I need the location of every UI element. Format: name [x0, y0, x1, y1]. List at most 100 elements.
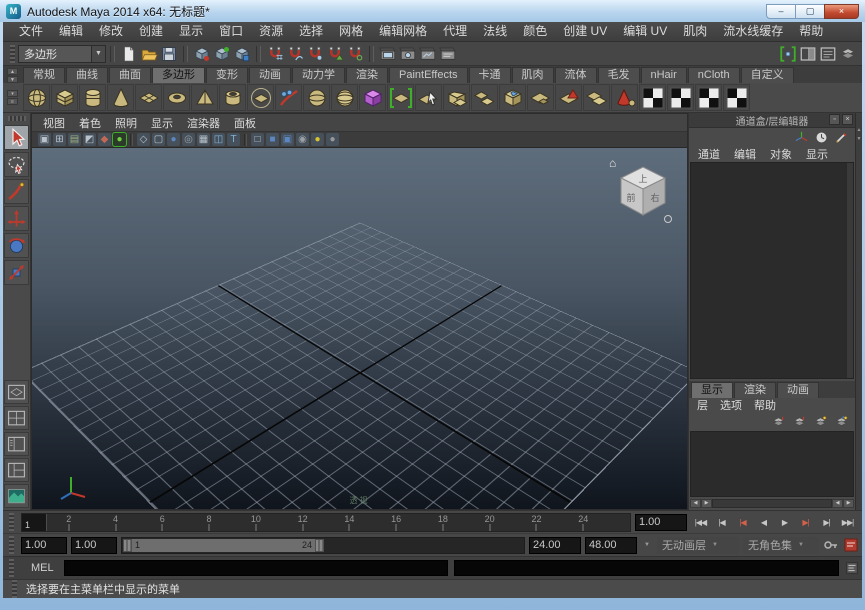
playback-start-field[interactable]: [71, 537, 117, 554]
menu-item-编辑 UV[interactable]: 编辑 UV: [615, 22, 675, 41]
menu-item-法线[interactable]: 法线: [475, 22, 515, 41]
shelf-tab-自定义[interactable]: 自定义: [741, 67, 794, 83]
channel-box-list[interactable]: [690, 162, 854, 379]
layout-single-perspective[interactable]: [4, 380, 29, 404]
tool-settings-toggle-icon[interactable]: [818, 43, 838, 64]
layer-tab-显示[interactable]: 显示: [691, 382, 733, 398]
uv-checker-2-icon[interactable]: [667, 84, 694, 111]
current-time-indicator[interactable]: 1: [22, 514, 47, 531]
uv-checker-3-icon[interactable]: [695, 84, 722, 111]
channel-menu-编辑[interactable]: 编辑: [727, 146, 763, 162]
mel-command-input[interactable]: [64, 560, 449, 576]
smooth-sphere-low-icon[interactable]: [303, 84, 330, 111]
separate-icon[interactable]: [471, 84, 498, 111]
command-line-grip[interactable]: [9, 559, 14, 577]
menu-item-网格[interactable]: 网格: [331, 22, 371, 41]
viewport-menu-视图[interactable]: 视图: [36, 115, 72, 131]
smooth-sphere-high-icon[interactable]: [331, 84, 358, 111]
render-sequence-icon[interactable]: [418, 43, 438, 64]
uv-checker-1-icon[interactable]: [639, 84, 666, 111]
toolbox-grip[interactable]: [8, 116, 26, 121]
new-scene-icon[interactable]: [119, 43, 139, 64]
range-slider-track[interactable]: 1 24: [121, 537, 525, 554]
title-bar[interactable]: M Autodesk Maya 2014 x64: 无标题* – ▢ ×: [0, 0, 865, 22]
viewcube-ring-icon[interactable]: [665, 216, 672, 223]
move-to-layer-icon[interactable]: [770, 415, 787, 429]
shelf-tab-渲染[interactable]: 渲染: [346, 67, 388, 83]
paint-select-tool[interactable]: [4, 179, 29, 204]
menu-item-选择[interactable]: 选择: [291, 22, 331, 41]
poly-pipe-icon[interactable]: [219, 84, 246, 111]
poly-prism-icon[interactable]: [247, 84, 274, 111]
wireframe-icon[interactable]: □: [251, 133, 264, 146]
float-panel-icon[interactable]: ▫: [829, 114, 840, 125]
shelf-menu-icon[interactable]: ▾: [7, 90, 18, 97]
layer-tab-动画[interactable]: 动画: [777, 382, 819, 398]
menu-item-颜色[interactable]: 颜色: [515, 22, 555, 41]
move-tool[interactable]: [4, 206, 29, 231]
isolate-select-icon[interactable]: ◇: [137, 133, 150, 146]
quick-selection-icon[interactable]: [778, 43, 798, 64]
poly-pyramid-icon[interactable]: [191, 84, 218, 111]
menu-item-显示[interactable]: 显示: [171, 22, 211, 41]
scale-tool[interactable]: [4, 260, 29, 285]
render-settings-icon[interactable]: [438, 43, 458, 64]
range-slider-grip[interactable]: [9, 536, 14, 554]
minimize-button[interactable]: –: [766, 4, 795, 19]
shelf-tab-多边形[interactable]: 多边形: [152, 67, 205, 83]
grease-pencil-icon[interactable]: ●: [113, 133, 126, 146]
select-hierarchy-icon[interactable]: [192, 43, 212, 64]
scroll-right2-icon[interactable]: ◀: [832, 499, 843, 508]
range-options-icon[interactable]: ▼: [641, 542, 653, 548]
play-forward-button[interactable]: ▶: [775, 514, 794, 530]
script-editor-icon[interactable]: [845, 561, 859, 575]
safe-action-icon[interactable]: ◫: [212, 133, 225, 146]
perspective-view[interactable]: ⌂ 上 前 右 透视: [32, 148, 687, 509]
quadrangulate-icon[interactable]: [583, 84, 610, 111]
channel-menu-通道[interactable]: 通道: [691, 146, 727, 162]
speed-state-icon[interactable]: [814, 130, 829, 145]
viewport-menu-面板[interactable]: 面板: [227, 115, 263, 131]
status-grip[interactable]: [10, 45, 15, 63]
menu-item-流水线缓存[interactable]: 流水线缓存: [715, 22, 791, 41]
channel-scrollbar[interactable]: [846, 163, 853, 378]
shelf-tab-毛发[interactable]: 毛发: [598, 67, 640, 83]
layout-persp-outliner[interactable]: [4, 432, 29, 456]
nurbs-cone-icon[interactable]: [611, 84, 638, 111]
edit-pencil-icon[interactable]: [834, 130, 849, 145]
menu-item-编辑[interactable]: 编辑: [51, 22, 91, 41]
channel-box-header[interactable]: 通道盒/层编辑器 ▫ ×: [689, 113, 855, 128]
layer-tab-渲染[interactable]: 渲染: [734, 382, 776, 398]
subdiv-proxy-icon[interactable]: [359, 84, 386, 111]
snap-to-point-icon[interactable]: [305, 43, 325, 64]
open-scene-icon[interactable]: [139, 43, 159, 64]
layer-menu-层[interactable]: 层: [691, 397, 714, 413]
layout-persp-split[interactable]: [4, 458, 29, 482]
poly-plane-icon[interactable]: [135, 84, 162, 111]
range-end-handle[interactable]: [315, 539, 324, 552]
viewcube-front-label[interactable]: 前: [626, 192, 635, 203]
reduce-icon[interactable]: [527, 84, 554, 111]
range-start-handle[interactable]: [123, 539, 132, 552]
menu-item-创建[interactable]: 创建: [131, 22, 171, 41]
scroll-track[interactable]: [712, 499, 832, 508]
close-panel-icon[interactable]: ×: [842, 114, 853, 125]
shelf-tab-卡通[interactable]: 卡通: [469, 67, 511, 83]
step-back-key-button[interactable]: |◀: [733, 514, 752, 530]
auto-keyframe-icon[interactable]: [823, 537, 839, 553]
snap-to-curve-icon[interactable]: [285, 43, 305, 64]
film-gate-icon[interactable]: ▢: [152, 133, 165, 146]
shelf-tab-动画[interactable]: 动画: [249, 67, 291, 83]
uv-checker-4-icon[interactable]: [723, 84, 750, 111]
time-slider-grip[interactable]: [9, 513, 14, 531]
shelf-tab-曲面[interactable]: 曲面: [109, 67, 151, 83]
rotate-tool[interactable]: [4, 233, 29, 258]
character-set-dropdown[interactable]: 无角色集 ▼: [743, 537, 819, 554]
layer-list[interactable]: [690, 431, 854, 497]
menu-item-肌肉[interactable]: 肌肉: [675, 22, 715, 41]
menu-item-编辑网格[interactable]: 编辑网格: [371, 22, 435, 41]
go-to-end-button[interactable]: ▶▶|: [838, 514, 857, 530]
menu-item-资源[interactable]: 资源: [251, 22, 291, 41]
sculpt-geometry-icon[interactable]: [275, 84, 302, 111]
panel-collapse-strip[interactable]: ▲▼: [855, 113, 862, 510]
